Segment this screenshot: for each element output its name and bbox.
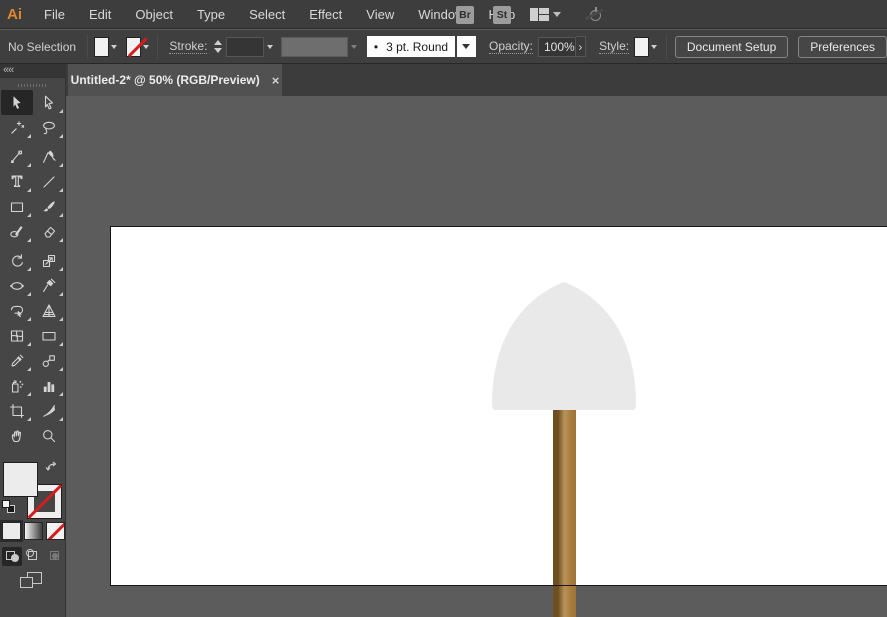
direct-selection-tool[interactable] [33, 90, 65, 115]
brush-chevron-icon[interactable] [457, 36, 476, 57]
menu-file[interactable]: File [32, 0, 77, 29]
shovel-artwork[interactable] [66, 96, 887, 617]
scale-tool[interactable] [33, 248, 65, 273]
stock-button[interactable]: St [493, 6, 511, 24]
pencil-tool[interactable] [1, 219, 33, 244]
draw-behind-button[interactable] [24, 547, 44, 566]
artboard-bottom-edge [110, 585, 887, 586]
width-profile-chevron-icon [348, 37, 359, 57]
lasso-tool[interactable] [33, 115, 65, 140]
zoom-tool[interactable] [33, 423, 65, 448]
selection-status: No Selection [8, 40, 76, 54]
arrange-documents-icon[interactable] [530, 8, 549, 21]
stroke-swatch[interactable] [126, 37, 141, 57]
divider [87, 35, 88, 59]
puppet-warp-tool[interactable] [33, 273, 65, 298]
menu-view[interactable]: View [354, 0, 406, 29]
canvas-area[interactable] [66, 96, 887, 617]
tools-panel: «« T [0, 64, 66, 617]
pen-tool[interactable] [1, 144, 33, 169]
menu-edit[interactable]: Edit [77, 0, 123, 29]
swap-fill-stroke-icon[interactable] [45, 461, 60, 480]
hand-tool[interactable] [1, 423, 33, 448]
selection-tool[interactable] [1, 90, 33, 115]
draw-inside-button [46, 547, 66, 566]
opacity-input[interactable]: 100% [538, 37, 576, 57]
none-button[interactable] [46, 522, 65, 540]
brush-select[interactable]: • 3 pt. Round [367, 36, 455, 57]
bridge-button[interactable]: Br [456, 6, 474, 24]
document-setup-button[interactable]: Document Setup [675, 36, 788, 58]
default-fill-stroke-icon[interactable] [2, 500, 15, 513]
eraser-tool[interactable] [33, 219, 65, 244]
opacity-panel-link[interactable]: Opacity: [489, 39, 533, 54]
paintbrush-tool[interactable] [33, 194, 65, 219]
brush-preview-dot: • [374, 40, 378, 54]
style-chevron-icon[interactable] [649, 37, 660, 57]
rectangle-tool[interactable] [1, 194, 33, 219]
illustrator-logo: Ai [7, 6, 22, 23]
stroke-width-chevron-icon[interactable] [264, 37, 275, 57]
menu-effect[interactable]: Effect [297, 0, 354, 29]
style-swatch[interactable] [634, 37, 649, 57]
style-panel-link[interactable]: Style: [599, 39, 629, 54]
eyedropper-tool[interactable] [1, 348, 33, 373]
fill-swatch[interactable] [94, 37, 109, 57]
mesh-tool[interactable] [1, 323, 33, 348]
artboard-tool[interactable] [1, 398, 33, 423]
type-tool[interactable]: T [1, 169, 33, 194]
slice-tool[interactable] [33, 398, 65, 423]
document-tab-title: Untitled-2* @ 50% (RGB/Preview) [71, 73, 260, 87]
stroke-width-stepper[interactable] [214, 40, 222, 53]
menu-select[interactable]: Select [237, 0, 297, 29]
perspective-grid-tool[interactable] [33, 298, 65, 323]
curvature-tool[interactable] [33, 144, 65, 169]
width-profile-select [281, 37, 348, 57]
drawing-modes [2, 547, 66, 566]
draw-normal-button[interactable] [2, 547, 22, 566]
document-tab-bar: Untitled-2* @ 50% (RGB/Preview) × [66, 64, 887, 96]
svg-text:T: T [12, 174, 22, 189]
shovel-spade[interactable] [492, 282, 636, 410]
shape-builder-tool[interactable] [1, 298, 33, 323]
rotate-tool[interactable] [1, 248, 33, 273]
column-graph-tool[interactable] [33, 373, 65, 398]
gradient-button[interactable] [24, 522, 43, 540]
menu-object[interactable]: Object [123, 0, 185, 29]
stroke-width-input[interactable] [226, 37, 264, 57]
preferences-button[interactable]: Preferences [798, 36, 887, 58]
paint-type-row [2, 522, 65, 540]
tab-close-icon[interactable]: × [272, 73, 280, 88]
menu-type[interactable]: Type [185, 0, 237, 29]
document-tab[interactable]: Untitled-2* @ 50% (RGB/Preview) × [68, 64, 282, 96]
panel-collapse-icon[interactable]: «« [0, 64, 65, 78]
magic-wand-tool[interactable] [1, 115, 33, 140]
blend-tool[interactable] [33, 348, 65, 373]
line-segment-tool[interactable] [33, 169, 65, 194]
width-tool[interactable] [1, 273, 33, 298]
gradient-tool[interactable] [33, 323, 65, 348]
stroke-panel-link[interactable]: Stroke: [169, 39, 207, 54]
chevron-down-icon[interactable] [553, 12, 561, 17]
symbol-sprayer-tool[interactable] [1, 373, 33, 398]
change-screen-mode-button[interactable] [20, 572, 44, 590]
color-button[interactable] [2, 522, 21, 540]
brush-name: 3 pt. Round [386, 40, 448, 54]
divider [157, 35, 158, 59]
cs-live-icon [587, 6, 604, 23]
fill-indicator[interactable] [3, 462, 38, 497]
fill-dropdown-chevron-icon[interactable] [109, 37, 120, 57]
panel-grip-handle[interactable] [18, 84, 48, 87]
divider [666, 35, 667, 59]
opacity-expand-button[interactable]: › [576, 36, 586, 57]
control-bar: No Selection Stroke: • 3 pt. Round Opaci… [0, 30, 887, 64]
menu-bar: Ai File Edit Object Type Select Effect V… [0, 0, 887, 29]
